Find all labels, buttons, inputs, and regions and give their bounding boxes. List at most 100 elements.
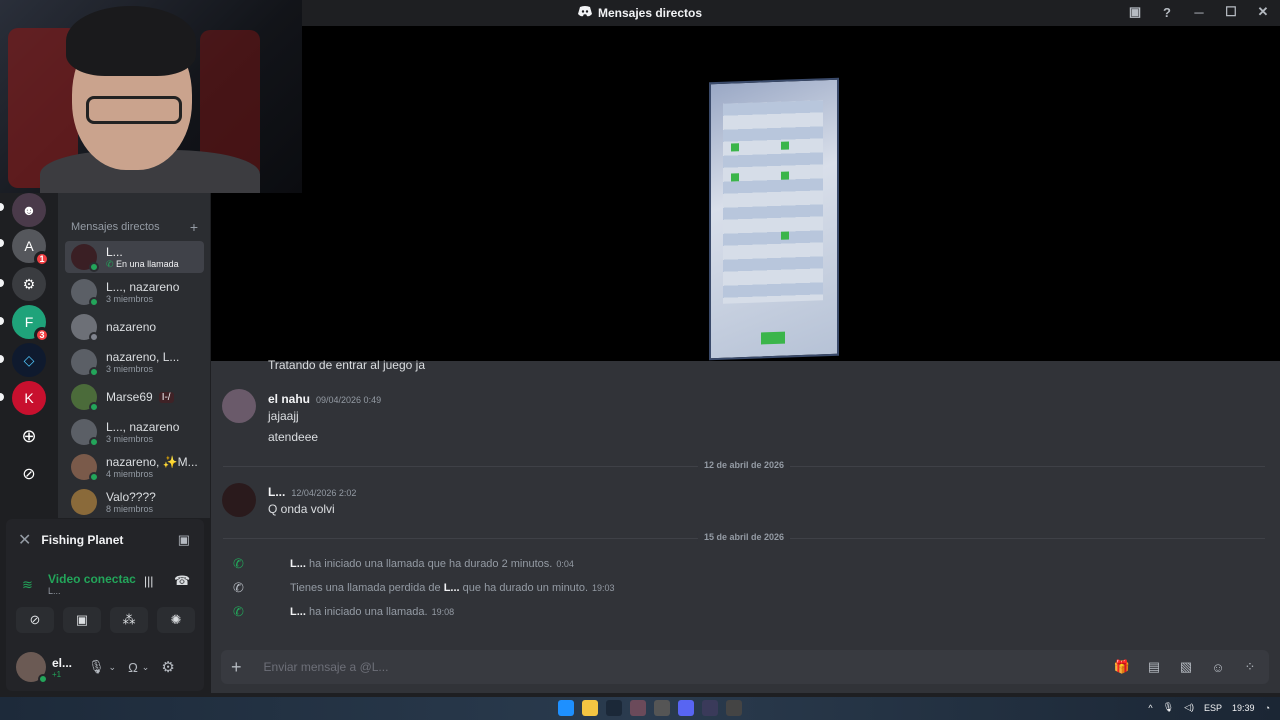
message-author[interactable]: L... [268,485,285,499]
dm-name: L..., nazareno [106,280,180,294]
server-avatar-icon[interactable]: ☻ [12,193,46,227]
phone-icon: ✆ [233,604,244,619]
microphone-icon[interactable]: 🎙 [88,659,105,675]
noise-suppression-icon[interactable]: ||| [144,574,153,588]
avatar [71,419,99,447]
language-indicator[interactable]: ESP [1204,703,1222,713]
volume-icon[interactable]: ◁) [1184,702,1194,713]
inbox-icon[interactable]: ▣ [1126,3,1144,21]
steam-icon[interactable] [606,700,622,716]
voice-channel[interactable]: L... [48,586,61,596]
message-composer: + Enviar mensaje a @L... 🎁 ▤ ▧ ☺ ⁘ [221,650,1269,684]
dm-sub: ✆ En una llamada [106,258,179,269]
dm-item[interactable]: L..., nazareno 3 miembros [65,276,204,308]
sticker-icon[interactable]: ▧ [1177,658,1195,676]
soundboard-button[interactable]: ✺ [157,607,195,633]
message-text: Tratando de entrar al juego ja [268,358,425,372]
stream-content [709,77,839,361]
app-icon[interactable] [726,700,742,716]
dm-name: nazareno, ✨M... [106,455,198,469]
dm-item[interactable]: Valo???? 8 miembros [65,486,204,518]
message-timestamp: 12/04/2026 2:02 [291,488,357,498]
username: el... [52,655,73,670]
notification-icon[interactable]: ◔ [1265,703,1270,713]
app-icon[interactable] [630,700,646,716]
call-log: ✆ Tienes una llamada perdida de L... que… [233,580,615,595]
disconnect-icon[interactable]: ☎ [174,573,190,589]
emoji-icon[interactable]: ☺ [1209,658,1227,676]
game-title: Fishing Planet [41,533,124,547]
gif-icon[interactable]: ▤ [1145,658,1163,676]
dm-sub: 4 miembros [106,469,154,479]
dm-item[interactable]: nazareno, ✨M... 4 miembros [65,451,204,483]
clock[interactable]: 19:39 [1232,703,1255,713]
windows-icon[interactable] [558,700,574,716]
apps-icon[interactable]: ⁘ [1241,658,1259,676]
add-server-icon[interactable]: ⊕ [12,419,46,453]
maximize-button[interactable]: ☐ [1222,3,1240,21]
chevron-up-icon[interactable]: ^ [1148,703,1152,713]
camera-off-icon: ⊘ [29,612,41,627]
discord-icon[interactable] [678,700,694,716]
server-forza-icon[interactable]: F3 [12,305,50,343]
folder-icon[interactable] [582,700,598,716]
message-text: atendeee [268,430,319,444]
status-badge: I-/ [158,391,174,403]
camera-off-button[interactable]: ⊘ [16,607,54,633]
dm-item[interactable]: L..., nazareno 3 miembros [65,416,204,448]
dm-sub: 3 miembros [106,294,154,304]
server-badge: 1 [34,251,50,267]
avatar [71,244,99,272]
add-dm-icon[interactable]: + [190,219,198,235]
voice-panel: ≋ Video conectac L... ||| ☎ ⊘ ▣ ⁂ ✺ [6,561,204,643]
server-robot-icon[interactable]: ⚙ [12,267,46,301]
missed-call-icon: ✆ [233,580,244,595]
chevron-down-icon[interactable]: ⌄ [142,662,150,673]
message-input[interactable]: Enviar mensaje a @L... [264,660,1113,674]
avatar[interactable] [222,389,256,423]
user-panel: el... +1 🎙 ⌄ Ω ⌄ ⚙ [6,643,204,691]
avatar [71,384,99,412]
signal-icon[interactable]: ≋ [22,577,33,593]
avatar [71,454,99,482]
activities-icon: ⁂ [122,612,136,627]
server-badge: 3 [34,327,50,343]
message-author[interactable]: el nahu [268,392,310,406]
server-diamond-icon[interactable]: ◇ [12,343,46,377]
gift-icon[interactable]: 🎁 [1113,658,1131,676]
stream-icon[interactable]: ▣ [178,532,190,548]
help-icon[interactable]: ? [1158,3,1176,21]
phone-icon: ✆ [233,556,244,571]
date-divider: 15 de abril de 2026 [223,532,1265,542]
server-k-icon[interactable]: K [12,381,46,415]
avatar[interactable] [16,652,48,684]
headphones-icon[interactable]: Ω [128,660,138,675]
avatar[interactable] [222,483,256,517]
dm-item[interactable]: Marse69 I-/ [65,381,204,413]
dm-item[interactable]: L... ✆ En una llamada [65,241,204,273]
app-icon[interactable] [654,700,670,716]
screen-share-icon: ▣ [75,612,89,627]
screen-share-button[interactable]: ▣ [63,607,101,633]
chevron-down-icon[interactable]: ⌄ [109,662,117,673]
explore-icon[interactable]: ⊘ [12,457,46,491]
add-attachment-icon[interactable]: + [231,657,242,678]
dm-item[interactable]: nazareno, L... 3 miembros [65,346,204,378]
call-log: ✆ L... ha iniciado una llamada. 19:08 [233,604,455,619]
dm-name: L... [106,244,123,259]
close-button[interactable]: ✕ [1254,3,1272,21]
discord-icon [577,6,592,20]
message-timestamp: 09/04/2026 0:49 [316,395,382,405]
microphone-icon[interactable]: 🎙 [1163,702,1174,713]
soundboard-icon: ✺ [170,612,182,627]
minimize-button[interactable]: ─ [1190,3,1208,21]
avatar [71,349,99,377]
avatar [71,279,99,307]
server-ai-icon[interactable]: A1 [12,229,50,267]
window-title: Mensajes directos [597,6,703,20]
dm-sub: 8 miembros [106,504,154,514]
gear-icon[interactable]: ⚙ [161,658,174,676]
dm-item[interactable]: nazareno [65,311,204,343]
app-icon[interactable] [702,700,718,716]
activities-button[interactable]: ⁂ [110,607,148,633]
